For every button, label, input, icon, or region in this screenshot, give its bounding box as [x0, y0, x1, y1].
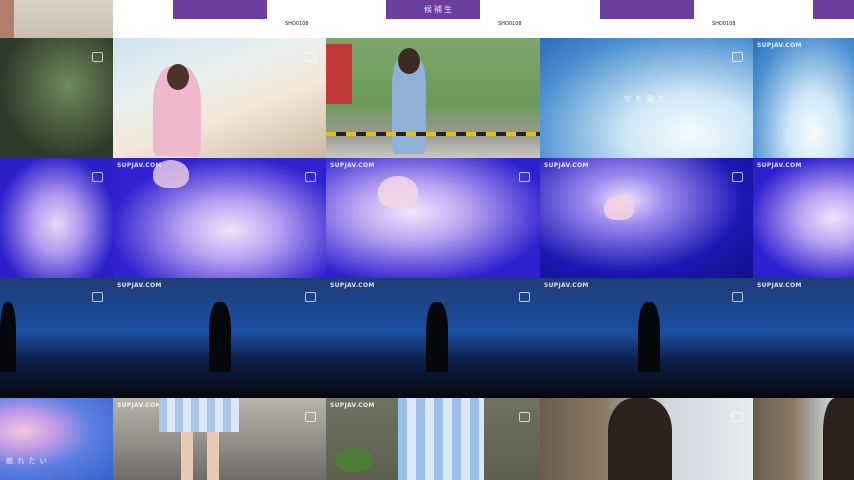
thumb-r0-c3: SHO0108 — [540, 0, 753, 38]
thumb-r3-c1: SUPJAV.COM — [113, 278, 326, 398]
title-card-banner — [173, 0, 267, 19]
jelly-caption: 触 れ た い — [6, 457, 48, 465]
frame-icon — [92, 292, 103, 302]
title-card-banner — [600, 0, 694, 19]
thumb-r3-c0 — [0, 278, 113, 398]
thumb-r1-c1 — [113, 38, 326, 158]
watermark: SUPJAV.COM — [544, 282, 589, 289]
watermark: SUPJAV.COM — [330, 162, 375, 169]
thumb-r2-c3: SUPJAV.COM — [540, 158, 753, 278]
title-card-banner: 候補生 — [386, 0, 480, 19]
title-card-banner — [813, 0, 854, 19]
strip-code-label: SHO0108 — [712, 21, 736, 27]
watermark: SUPJAV.COM — [330, 282, 375, 289]
frame-icon — [92, 52, 103, 62]
frame-icon — [732, 172, 743, 182]
watermark: SUPJAV.COM — [117, 282, 162, 289]
sky-caption: 空 を 見 て — [624, 95, 666, 103]
thumb-r3-c2: SUPJAV.COM — [326, 278, 540, 398]
strip-code-label: SHO0108 — [285, 21, 309, 27]
thumb-r3-c3: SUPJAV.COM — [540, 278, 753, 398]
thumb-r2-c4: SUPJAV.COM — [753, 158, 854, 278]
thumb-r4-c4 — [753, 398, 854, 480]
frame-icon — [519, 292, 530, 302]
frame-icon — [519, 412, 530, 422]
title-card-caption: 候補生 — [424, 5, 454, 14]
thumbnail-grid: SHO0108 候補生 SHO0108 SHO0108 空 を 見 て SUPJ… — [0, 0, 854, 480]
thumb-r4-c1: SUPJAV.COM — [113, 398, 326, 480]
thumb-r2-c1: SUPJAV.COM — [113, 158, 326, 278]
thumb-r1-c4: SUPJAV.COM — [753, 38, 854, 158]
frame-icon — [732, 412, 743, 422]
thumb-r0-c4 — [753, 0, 854, 38]
thumb-r0-c1: SHO0108 — [113, 0, 326, 38]
watermark: SUPJAV.COM — [117, 402, 162, 409]
watermark: SUPJAV.COM — [330, 402, 375, 409]
thumb-r4-c3 — [540, 398, 753, 480]
thumb-r0-c0 — [0, 0, 113, 38]
thumb-r3-c4: SUPJAV.COM — [753, 278, 854, 398]
watermark: SUPJAV.COM — [757, 42, 802, 49]
frame-icon — [732, 52, 743, 62]
thumb-r1-c3: 空 を 見 て — [540, 38, 753, 158]
frame-icon — [305, 412, 316, 422]
frame-icon — [305, 292, 316, 302]
thumb-r4-c2: SUPJAV.COM — [326, 398, 540, 480]
frame-icon — [305, 172, 316, 182]
frame-icon — [732, 292, 743, 302]
frame-icon — [519, 172, 530, 182]
frame-icon — [305, 52, 316, 62]
thumb-r2-c0 — [0, 158, 113, 278]
strip-code-label: SHO0108 — [498, 21, 522, 27]
watermark: SUPJAV.COM — [757, 282, 802, 289]
thumb-r4-c0: 触 れ た い — [0, 398, 113, 480]
thumb-r1-c2 — [326, 38, 540, 158]
watermark: SUPJAV.COM — [544, 162, 589, 169]
thumb-r0-c2: 候補生 SHO0108 — [326, 0, 540, 38]
thumb-r1-c0 — [0, 38, 113, 158]
thumb-r2-c2: SUPJAV.COM — [326, 158, 540, 278]
frame-icon — [92, 172, 103, 182]
watermark: SUPJAV.COM — [757, 162, 802, 169]
